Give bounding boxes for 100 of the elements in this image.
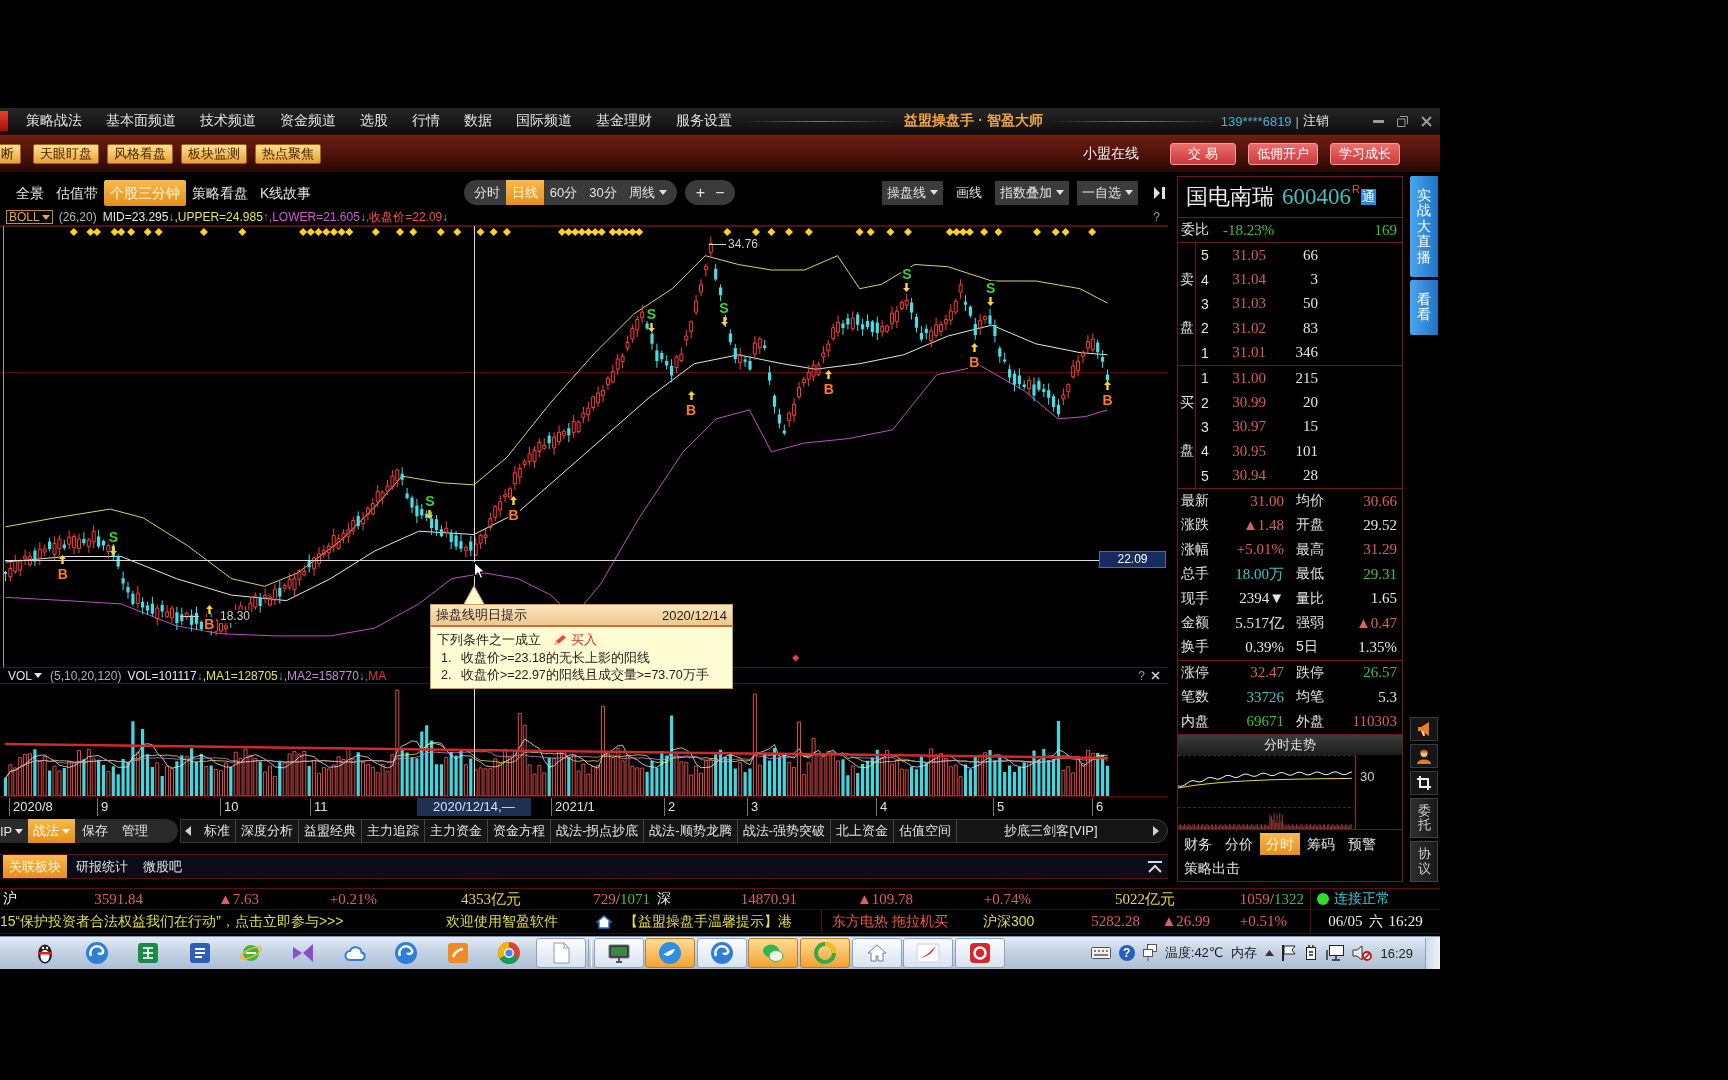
panel-tab[interactable]: 策略出击 — [1178, 856, 1246, 879]
toolbar-button[interactable]: 风格看盘 — [107, 143, 173, 164]
badge[interactable]: 通 — [1360, 189, 1376, 205]
bottom-tab[interactable]: 研报统计 — [70, 855, 134, 878]
menu-item[interactable]: 基金理财 — [584, 112, 664, 130]
logout-link[interactable]: 注销 — [1303, 112, 1329, 130]
menu-item[interactable]: 选股 — [348, 112, 400, 130]
right-arrow-icon[interactable] — [1153, 826, 1159, 836]
toolbar-button[interactable]: 热点聚焦 — [255, 143, 321, 164]
collapse-icon[interactable] — [1148, 860, 1162, 873]
collapse-panel-icon[interactable] — [1154, 186, 1166, 199]
view-tab[interactable]: 估值带 — [50, 179, 104, 206]
zoom-button[interactable]: + — [690, 183, 711, 202]
left-arrow-icon[interactable] — [185, 826, 191, 836]
flag-icon[interactable] — [1282, 945, 1297, 961]
field-value: 5.3 — [1378, 688, 1397, 706]
keyboard-icon[interactable] — [1090, 947, 1111, 959]
view-tab[interactable]: 策略看盘 — [186, 179, 254, 206]
menu-item[interactable]: 技术频道 — [188, 112, 268, 130]
side-button[interactable] — [1410, 770, 1438, 795]
notice-text[interactable]: 【益盟操盘手温馨提示】港 — [624, 912, 792, 931]
help-button[interactable]: ? — [1118, 945, 1135, 961]
side-button[interactable]: 委托 — [1410, 797, 1438, 839]
notice-text[interactable]: 欢迎使用智盈软件 — [446, 912, 558, 931]
swirl-icon[interactable] — [394, 941, 419, 965]
period-tab[interactable]: 60分 — [543, 180, 584, 205]
panel-tab[interactable]: 筹码 — [1301, 832, 1341, 855]
muted-speaker-icon[interactable] — [1352, 945, 1373, 961]
bottom-tab[interactable]: 微股吧 — [137, 855, 188, 878]
toolbar-button[interactable]: 天眼盯盘 — [33, 143, 99, 164]
strategy-tab[interactable]: 战法-强势突破 — [737, 820, 832, 842]
memory-label: 内存 — [1231, 944, 1258, 962]
zoom-button[interactable]: − — [710, 183, 730, 202]
menu-item[interactable]: 数据 — [452, 112, 504, 130]
period-tab[interactable]: 分时 — [467, 180, 506, 205]
strategy-tab[interactable]: 益盟经典 — [299, 820, 362, 842]
news-link[interactable]: 东方电热 拖拉机买 — [832, 912, 948, 931]
panel-tab[interactable]: 分价 — [1219, 832, 1259, 855]
strategy-tab[interactable]: 资金方程 — [488, 820, 551, 842]
menu-item[interactable]: 国际频道 — [504, 112, 584, 130]
view-tab[interactable]: 全景 — [10, 179, 50, 206]
account-number[interactable]: 139****6819 — [1220, 113, 1292, 129]
device-icon[interactable] — [1304, 944, 1319, 962]
strategy-tab[interactable]: 标准 — [199, 820, 236, 842]
indicator-dropdown[interactable]: VOL — [6, 668, 44, 683]
menu-item[interactable]: 策略战法 — [14, 112, 94, 130]
strategy-tab[interactable]: 战法-顺势龙腾 — [644, 820, 738, 842]
restore-icon[interactable] — [1397, 115, 1408, 127]
network-monitor-icon[interactable] — [1326, 945, 1345, 961]
menu-item[interactable]: 服务设置 — [664, 112, 744, 130]
strategy-tab[interactable]: 抄底三剑客[VIP] — [957, 820, 1145, 842]
side-button[interactable] — [1410, 743, 1438, 768]
swirl-icon[interactable] — [84, 941, 109, 965]
index-percent: +0.51% — [1239, 913, 1287, 930]
minimize-icon[interactable] — [1373, 119, 1384, 123]
superscript-mark: R — [1352, 183, 1360, 195]
action-button[interactable]: 保存 — [75, 822, 116, 840]
toolbar-button[interactable]: 板块监测 — [181, 143, 247, 164]
period-tab[interactable]: 周线 — [622, 180, 673, 205]
caret-icon — [41, 214, 50, 220]
side-button[interactable]: 协议 — [1410, 841, 1438, 882]
menu-item[interactable]: 基本面频道 — [94, 112, 188, 130]
view-tab[interactable]: K线故事 — [254, 179, 318, 206]
stacked-windows-icon[interactable] — [1142, 944, 1157, 962]
strategy-tab[interactable]: 估值空间 — [894, 820, 958, 842]
dropdown-button[interactable]: 指数叠加 — [995, 180, 1069, 205]
strategy-tab[interactable]: 战法-拐点抄底 — [551, 820, 645, 842]
indicator-dropdown[interactable]: BOLL — [6, 210, 53, 224]
help-button[interactable]: ? — [1153, 210, 1160, 224]
action-button[interactable]: 管理 — [115, 822, 156, 840]
dropdown-button[interactable]: 操盘线 — [882, 180, 943, 205]
menu-item[interactable]: 行情 — [400, 112, 452, 130]
promo-tab[interactable]: 实战大直播 — [1410, 176, 1438, 277]
menu-item[interactable]: 资金频道 — [268, 112, 348, 130]
level-number: 1 — [1201, 344, 1209, 361]
close-icon[interactable] — [1421, 115, 1432, 127]
strategy-tab[interactable]: 主力资金 — [425, 820, 488, 842]
help-button[interactable]: ? — [1138, 668, 1145, 683]
document-icon[interactable] — [187, 941, 212, 965]
spreadsheet-icon[interactable] — [136, 941, 161, 965]
taskbar-button[interactable] — [593, 938, 644, 968]
side-button[interactable] — [1410, 716, 1438, 741]
strategy-tab[interactable]: 深度分析 — [236, 820, 299, 842]
online-service-link[interactable]: 小盟在线 — [1083, 144, 1139, 163]
notice-text[interactable]: 15“保护投资者合法权益我们在行动”，点击立即参与>>> — [0, 912, 344, 931]
caret-icon[interactable] — [1265, 950, 1275, 956]
period-tab[interactable]: 30分 — [583, 180, 623, 205]
tile-icon[interactable] — [445, 941, 470, 965]
panel-tab[interactable]: 财务 — [1178, 832, 1218, 855]
segmented-circle-icon[interactable] — [497, 941, 522, 965]
tool-button[interactable]: 画线 — [951, 180, 987, 205]
strategy-tab[interactable]: 北上资金 — [831, 820, 895, 842]
house-icon[interactable] — [596, 914, 612, 929]
panel-tab[interactable]: 预警 — [1342, 832, 1382, 855]
ribbon-icon[interactable] — [290, 941, 315, 965]
dropdown-button[interactable]: 一自选 — [1077, 180, 1138, 205]
strategy-tab[interactable]: 主力追踪 — [362, 820, 425, 842]
close-icon[interactable] — [1151, 671, 1160, 680]
mode-dropdown[interactable]: IP — [0, 819, 29, 843]
toolbar-button[interactable]: 断 — [0, 143, 21, 164]
